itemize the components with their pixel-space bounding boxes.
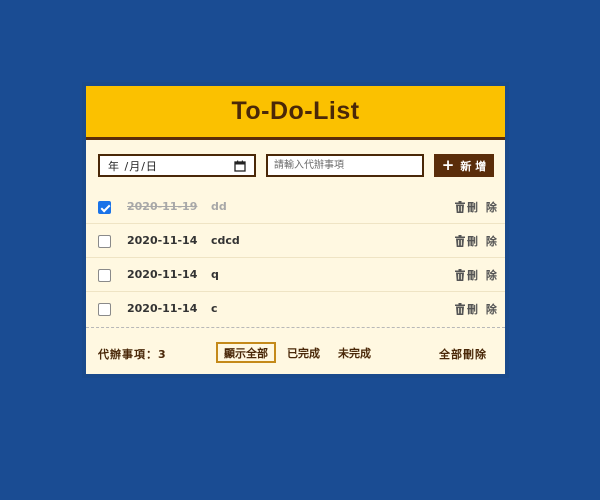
- trash-icon: [455, 303, 465, 315]
- delete-button[interactable]: 刪 除: [455, 233, 499, 249]
- divider: [86, 327, 505, 328]
- date-input[interactable]: 年 /月/日: [98, 154, 256, 177]
- todo-checkbox[interactable]: [98, 201, 111, 214]
- footer: 代辦事項：3 顯示全部 已完成 未完成 全部刪除: [86, 338, 505, 368]
- todo-date: 2020-11-14: [127, 302, 198, 315]
- input-row: 年 /月/日 + 新 增: [86, 140, 505, 177]
- todo-checkbox[interactable]: [98, 303, 111, 316]
- trash-icon: [455, 201, 465, 213]
- todo-item: 2020-11-14 cdcd 刪 除: [86, 224, 505, 258]
- todo-text-input[interactable]: [266, 154, 424, 177]
- todo-item: 2020-11-14 c 刪 除: [86, 292, 505, 326]
- todo-date: 2020-11-19: [127, 200, 198, 213]
- filter-undone-button[interactable]: 未完成: [332, 342, 377, 363]
- todo-text: c: [211, 302, 218, 315]
- add-button-label: 新 增: [460, 159, 487, 173]
- todo-date: 2020-11-14: [127, 268, 198, 281]
- page-title: To-Do-List: [231, 97, 360, 125]
- delete-button[interactable]: 刪 除: [455, 199, 499, 215]
- delete-button[interactable]: 刪 除: [455, 301, 499, 317]
- todo-list: 2020-11-19 dd 刪 除 2020-11-14 cdcd 刪 除 20…: [86, 190, 505, 326]
- todo-checkbox[interactable]: [98, 269, 111, 282]
- filter-all-button[interactable]: 顯示全部: [216, 342, 276, 363]
- trash-icon: [455, 235, 465, 247]
- todo-count: 代辦事項：3: [98, 348, 167, 361]
- delete-label: 刪 除: [467, 235, 499, 248]
- trash-icon: [455, 269, 465, 281]
- header: To-Do-List: [86, 86, 505, 140]
- delete-button[interactable]: 刪 除: [455, 267, 499, 283]
- delete-label: 刪 除: [467, 303, 499, 316]
- delete-label: 刪 除: [467, 201, 499, 214]
- todo-item: 2020-11-19 dd 刪 除: [86, 190, 505, 224]
- todo-date: 2020-11-14: [127, 234, 198, 247]
- todo-text: q: [211, 268, 219, 281]
- plus-icon: +: [441, 156, 455, 174]
- todo-card: To-Do-List 年 /月/日 + 新 增 2020-11-19 dd: [82, 82, 509, 378]
- todo-item: 2020-11-14 q 刪 除: [86, 258, 505, 292]
- date-input-value: 年 /月/日: [108, 159, 158, 173]
- calendar-icon[interactable]: [234, 160, 246, 172]
- todo-text: cdcd: [211, 234, 240, 247]
- clear-all-button[interactable]: 全部刪除: [439, 346, 487, 362]
- add-button[interactable]: + 新 增: [434, 154, 494, 177]
- todo-checkbox[interactable]: [98, 235, 111, 248]
- todo-text: dd: [211, 200, 227, 213]
- filter-done-button[interactable]: 已完成: [281, 342, 326, 363]
- delete-label: 刪 除: [467, 269, 499, 282]
